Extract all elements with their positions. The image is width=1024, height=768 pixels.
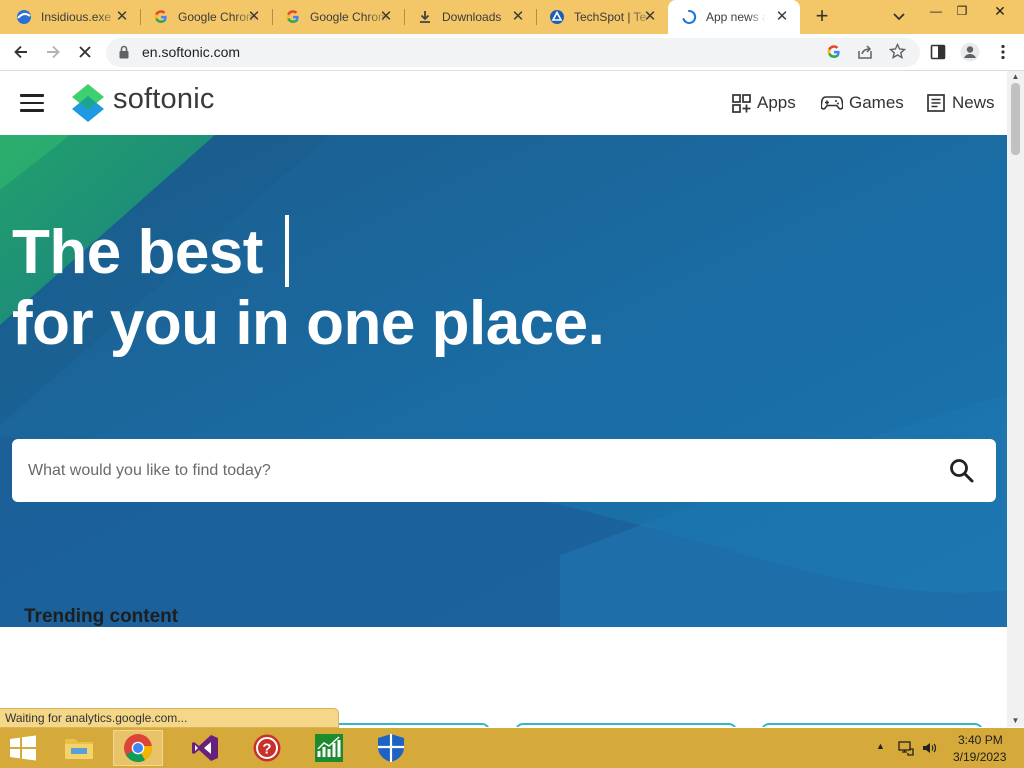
google-translate-icon[interactable] [826, 44, 842, 65]
lock-icon[interactable] [118, 44, 130, 65]
google-icon [153, 9, 169, 25]
close-tab-icon[interactable]: ✕ [114, 9, 130, 25]
close-tab-icon[interactable]: ✕ [642, 9, 658, 25]
close-tab-icon[interactable]: ✕ [378, 9, 394, 25]
help-icon[interactable]: ? [242, 730, 292, 766]
trending-content-heading: Trending content [24, 606, 179, 627]
google-icon [285, 9, 301, 25]
nav-games[interactable]: Games [821, 91, 904, 115]
typing-caret [284, 215, 289, 287]
loading-spinner-icon [681, 9, 697, 25]
tab-insidious[interactable]: Insidious.exe ✕ [0, 0, 140, 34]
tab-google-chrome-2[interactable]: Google Chrome ✕ [273, 0, 404, 34]
tab-techspot[interactable]: TechSpot | Te ✕ [537, 0, 668, 34]
hero-banner: The best for you in one place. [0, 135, 1007, 627]
softonic-logo-text[interactable]: softonic [113, 83, 215, 116]
chrome-icon[interactable] [113, 730, 163, 766]
nav-apps[interactable]: Apps [731, 91, 796, 115]
file-explorer-icon[interactable] [54, 730, 104, 766]
restore-button[interactable]: ❐ [947, 0, 977, 22]
site-header: softonic Apps Games News [0, 71, 1007, 135]
scrollbar-thumb[interactable] [1011, 83, 1020, 155]
url-text: en.softonic.com [142, 44, 241, 60]
gamepad-icon [821, 93, 843, 113]
stop-loading-button[interactable] [75, 42, 95, 62]
address-bar[interactable]: en.softonic.com [106, 38, 920, 67]
page-scrollbar[interactable]: ▲ ▼ [1007, 71, 1024, 727]
tab-search-button[interactable] [889, 8, 909, 26]
windows-taskbar: ? ▲ 3:40 PM 3/19/2023 [0, 728, 1024, 768]
nav-apps-label: Apps [757, 93, 796, 112]
tab-downloads[interactable]: Downloads ✕ [405, 0, 536, 34]
apps-grid-icon [731, 93, 751, 113]
nav-news[interactable]: News [926, 91, 995, 115]
back-button[interactable] [11, 42, 31, 62]
chrome-menu-icon[interactable] [993, 42, 1013, 62]
site-search-input[interactable] [28, 439, 928, 502]
tab-app-news[interactable]: App news and ✕ [668, 0, 800, 34]
close-tab-icon[interactable]: ✕ [246, 9, 262, 25]
tab-strip: Insidious.exe ✕ Google Chrome ✕ Google C… [0, 0, 1024, 34]
clock-date[interactable]: 3/19/2023 [953, 750, 1006, 764]
nav-games-label: Games [849, 93, 904, 112]
close-tab-icon[interactable]: ✕ [774, 9, 790, 25]
web-page: softonic Apps Games News The best for yo… [0, 71, 1007, 727]
scroll-down-arrow-icon[interactable]: ▼ [1007, 715, 1024, 727]
nav-news-label: News [952, 93, 995, 112]
site-search-box [12, 439, 996, 502]
stock-chart-icon[interactable] [304, 730, 354, 766]
tray-expand-icon[interactable]: ▲ [876, 741, 885, 751]
windows-start-icon[interactable] [8, 735, 38, 761]
trending-card[interactable] [515, 723, 737, 727]
tab-title: App news and [706, 10, 766, 24]
hero-headline-line2: for you in one place. [12, 289, 605, 358]
search-icon[interactable] [948, 457, 976, 485]
hero-headline-line1: The best [12, 215, 289, 288]
news-article-icon [926, 93, 946, 113]
volume-icon[interactable] [921, 740, 937, 761]
trending-card[interactable] [761, 723, 983, 727]
svg-text:?: ? [262, 741, 271, 758]
scroll-up-arrow-icon[interactable]: ▲ [1007, 71, 1024, 83]
softonic-logo-icon[interactable] [70, 82, 106, 124]
side-panel-icon[interactable] [928, 42, 948, 62]
download-icon [417, 9, 433, 25]
tab-google-chrome-1[interactable]: Google Chrome ✕ [141, 0, 272, 34]
bookmark-star-icon[interactable] [888, 42, 907, 65]
hamburger-menu-icon[interactable] [20, 94, 44, 112]
new-tab-button[interactable]: + [811, 5, 833, 27]
network-icon[interactable] [898, 740, 914, 761]
close-tab-icon[interactable]: ✕ [510, 9, 526, 25]
visual-studio-icon[interactable] [180, 730, 230, 766]
browser-toolbar: en.softonic.com [0, 34, 1024, 71]
clock-time[interactable]: 3:40 PM [958, 733, 1003, 747]
chrome-tab-icon [16, 9, 32, 25]
techspot-icon [549, 9, 565, 25]
hero-background [0, 135, 1007, 627]
share-icon[interactable] [857, 44, 874, 65]
close-window-button[interactable]: ✕ [980, 0, 1020, 22]
tab-title: Insidious.exe [41, 10, 112, 24]
defender-icon[interactable] [366, 730, 416, 766]
status-bubble: Waiting for analytics.google.com... [0, 708, 339, 728]
profile-avatar-icon[interactable] [960, 42, 980, 62]
forward-button[interactable] [43, 42, 63, 62]
